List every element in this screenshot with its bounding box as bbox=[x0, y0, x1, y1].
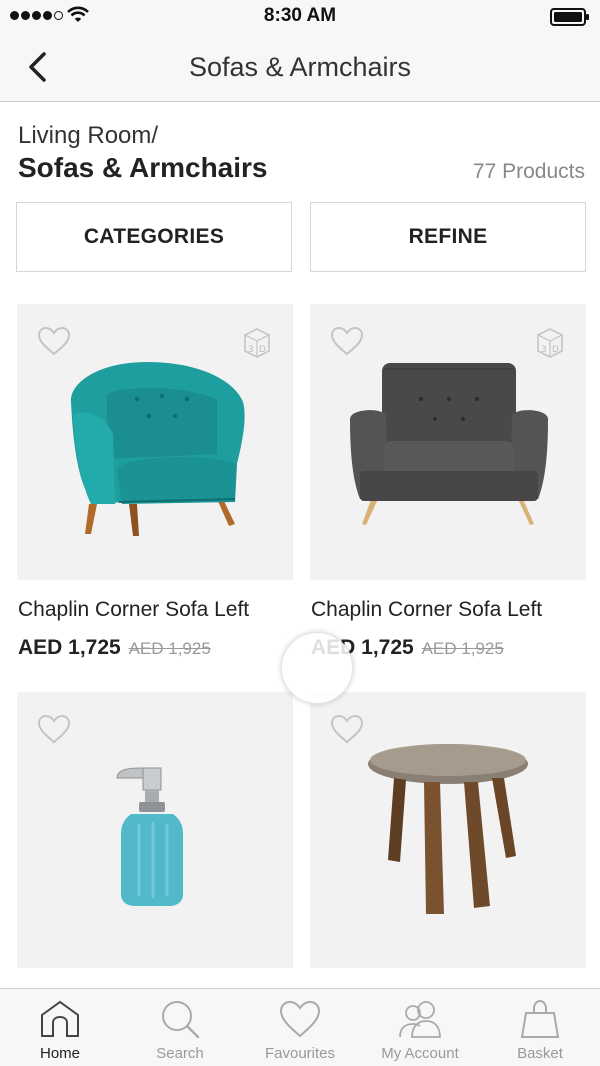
basket-icon bbox=[520, 999, 560, 1038]
favourite-heart-icon[interactable] bbox=[37, 714, 71, 744]
view-3d-icon[interactable]: 3 D bbox=[534, 326, 566, 358]
home-icon bbox=[41, 1000, 79, 1037]
status-bar: 8:30 AM bbox=[0, 0, 600, 32]
grey-armchair-image bbox=[350, 363, 548, 525]
svg-text:3: 3 bbox=[248, 345, 254, 355]
battery-icon bbox=[550, 8, 589, 26]
tab-favourites[interactable]: Favourites bbox=[240, 989, 360, 1066]
round-side-table-image bbox=[368, 744, 528, 914]
favourite-heart-icon[interactable] bbox=[37, 326, 71, 356]
tab-basket[interactable]: Basket bbox=[480, 989, 600, 1066]
tab-search[interactable]: Search bbox=[120, 989, 240, 1066]
tab-label: Favourites bbox=[264, 1045, 336, 1062]
current-price: AED 1,725 bbox=[18, 636, 121, 659]
product-count: 77 Products bbox=[472, 160, 585, 183]
bottom-tab-bar: Home Search Favourites My Account Basket bbox=[0, 988, 600, 1066]
svg-text:3: 3 bbox=[541, 345, 547, 355]
favourite-heart-icon[interactable] bbox=[330, 714, 364, 744]
svg-text:D: D bbox=[552, 345, 559, 355]
original-price: AED 1,925 bbox=[421, 639, 504, 658]
product-image-card[interactable] bbox=[17, 692, 293, 968]
navigation-bar: Sofas & Armchairs bbox=[0, 32, 600, 102]
product-image-card[interactable]: 3 D bbox=[17, 304, 293, 580]
soap-dispenser-image bbox=[116, 767, 183, 906]
search-icon bbox=[162, 1001, 200, 1039]
account-icon bbox=[399, 1001, 441, 1038]
status-time: 8:30 AM bbox=[263, 5, 337, 26]
tab-label: Search bbox=[156, 1045, 204, 1062]
tab-my-account[interactable]: My Account bbox=[360, 989, 480, 1066]
product-name[interactable]: Chaplin Corner Sofa Left bbox=[18, 598, 249, 622]
product-name[interactable]: Chaplin Corner Sofa Left bbox=[311, 598, 542, 622]
heart-icon bbox=[279, 1000, 321, 1038]
original-price: AED 1,925 bbox=[128, 639, 211, 658]
categories-button[interactable]: CATEGORIES bbox=[16, 202, 292, 272]
product-price: AED 1,725 AED 1,925 bbox=[18, 636, 211, 660]
product-image-card[interactable]: 3 D bbox=[310, 304, 586, 580]
breadcrumb[interactable]: Living Room/ bbox=[18, 122, 158, 150]
page-title: Sofas & Armchairs bbox=[18, 152, 268, 183]
tab-label: Basket bbox=[517, 1045, 563, 1062]
touch-indicator bbox=[281, 632, 353, 704]
tab-label: My Account bbox=[381, 1045, 459, 1062]
favourite-heart-icon[interactable] bbox=[330, 326, 364, 356]
tab-home[interactable]: Home bbox=[0, 989, 120, 1066]
svg-text:D: D bbox=[259, 345, 266, 355]
refine-button[interactable]: REFINE bbox=[310, 202, 586, 272]
tab-label: Home bbox=[39, 1045, 80, 1062]
product-image-card[interactable] bbox=[310, 692, 586, 968]
nav-title: Sofas & Armchairs bbox=[188, 52, 412, 82]
teal-armchair-image bbox=[70, 362, 245, 536]
